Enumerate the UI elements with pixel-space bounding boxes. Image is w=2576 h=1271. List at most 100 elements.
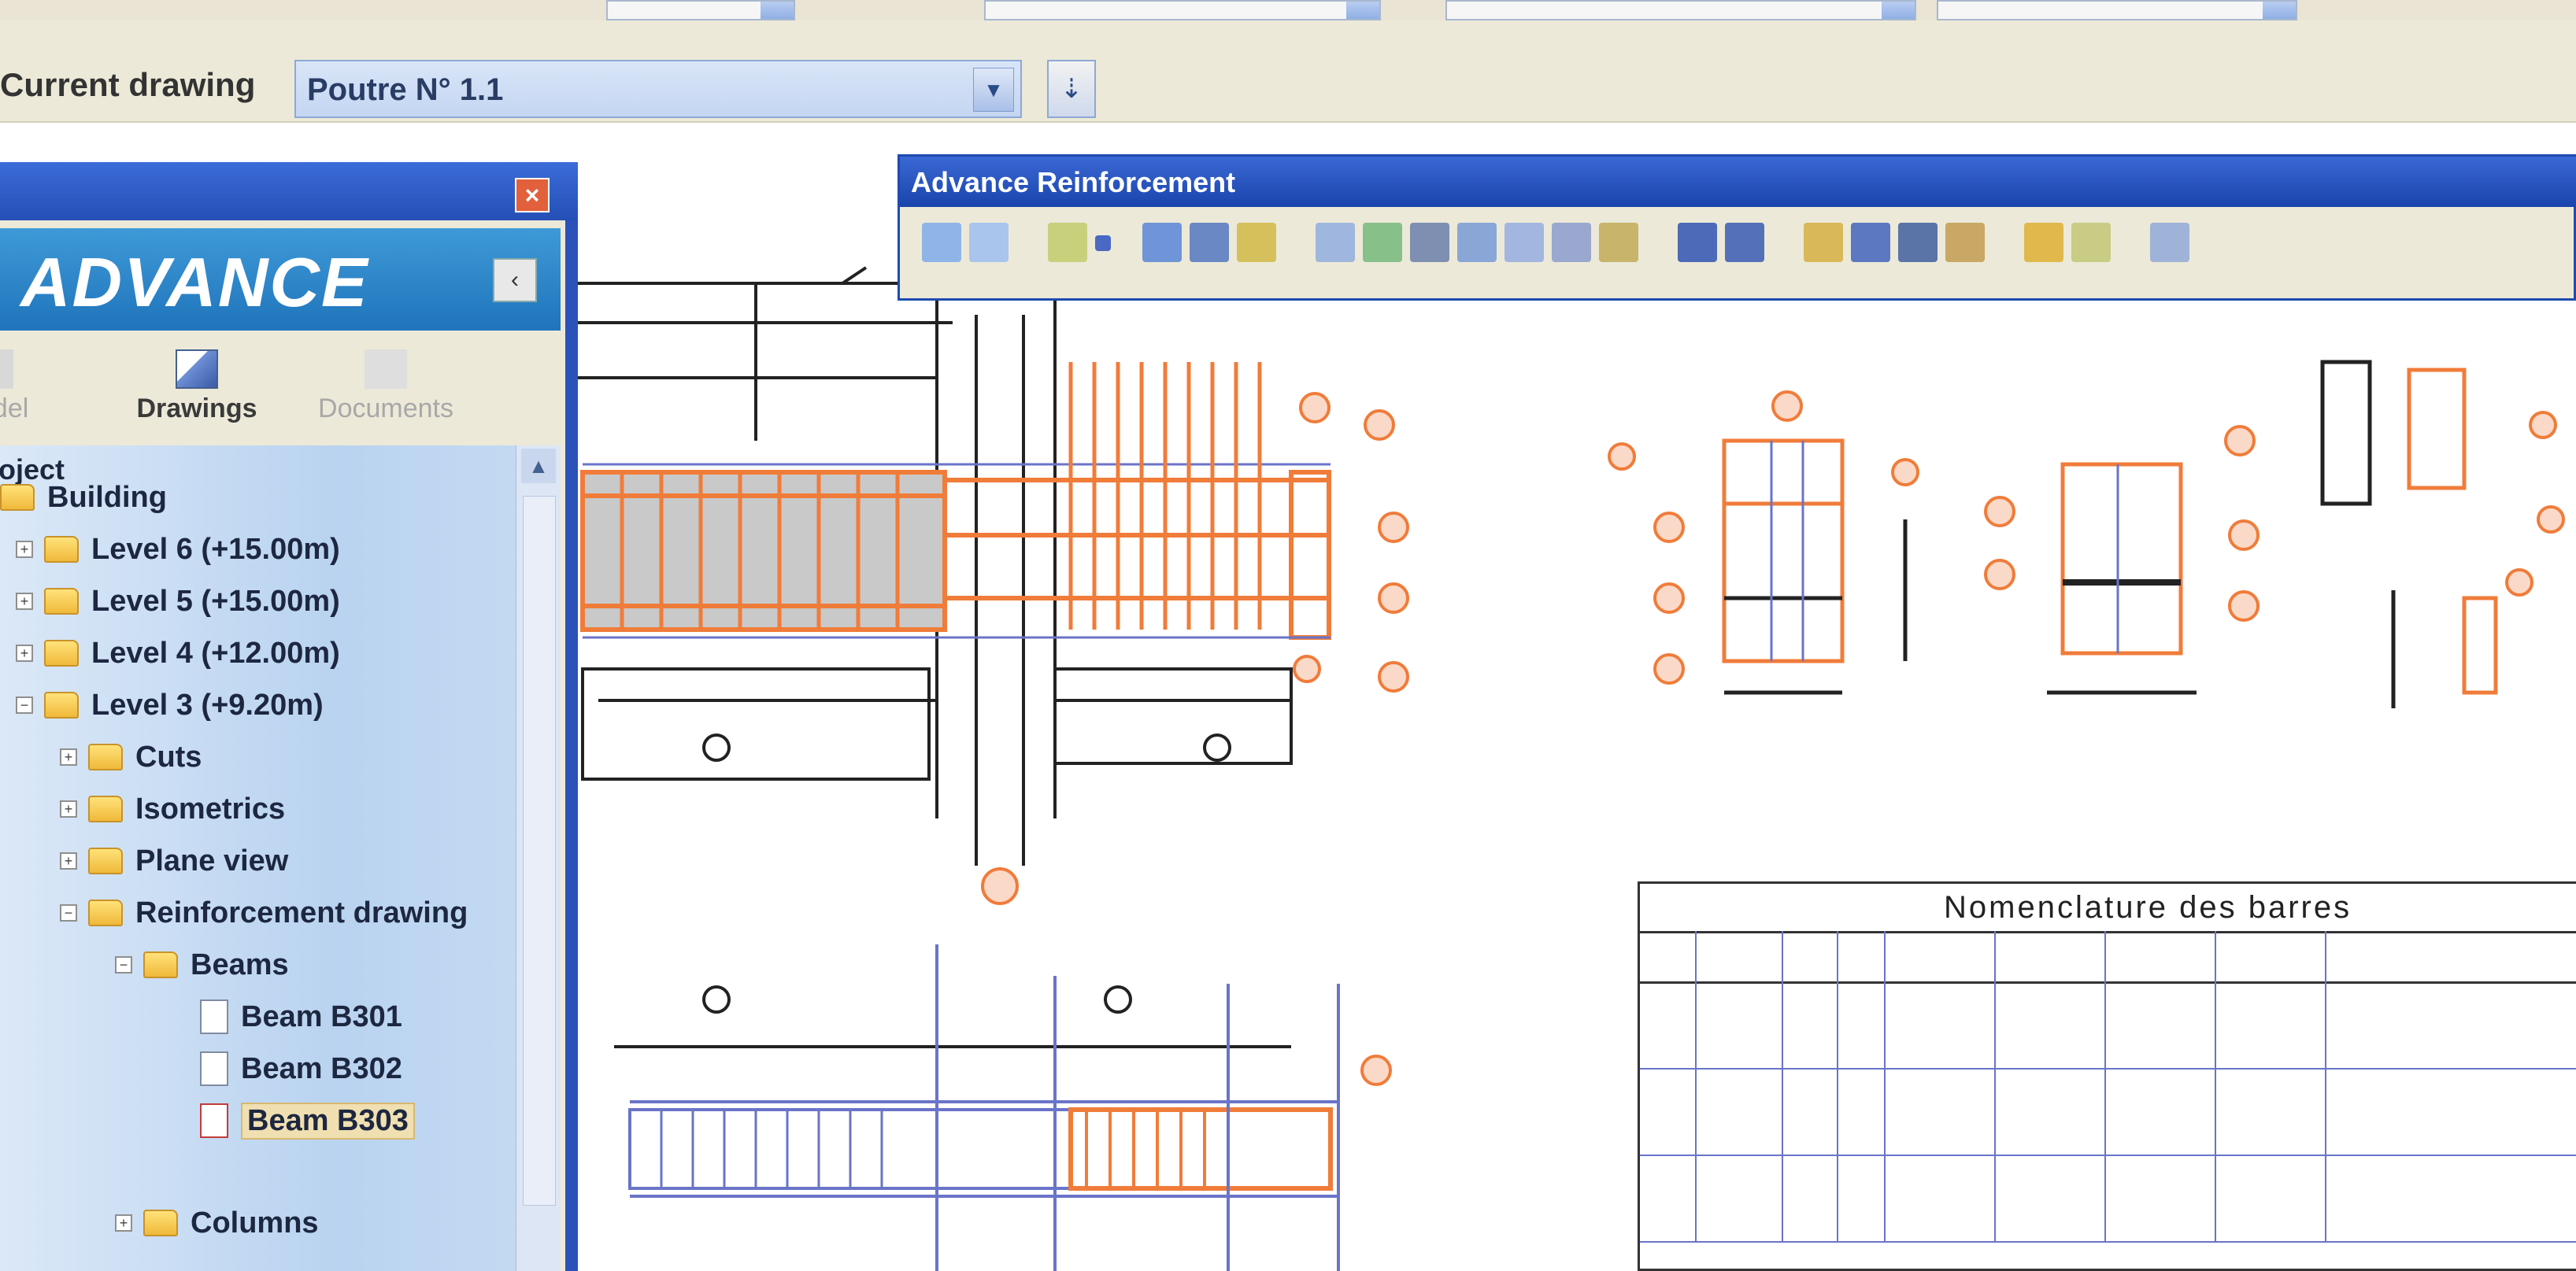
reinforcement-toolbar bbox=[900, 212, 2576, 298]
table-cell bbox=[1782, 1068, 1783, 1155]
point-icon[interactable] bbox=[1095, 235, 1111, 251]
label-icon[interactable] bbox=[1552, 223, 1591, 262]
collapse-icon[interactable]: − bbox=[16, 696, 33, 714]
chevron-down-icon[interactable] bbox=[1346, 2, 1379, 19]
table-cell bbox=[1782, 981, 1783, 1068]
tree-item-label: Isometrics bbox=[135, 792, 286, 826]
tree-item-isometrics[interactable]: + Isometrics bbox=[60, 787, 285, 831]
folder-icon bbox=[44, 536, 79, 563]
tree-item-columns[interactable]: + Columns bbox=[115, 1201, 319, 1245]
folder-icon bbox=[88, 900, 123, 926]
table-cell bbox=[1782, 1155, 1783, 1241]
drawing-options-icon[interactable]: ⇣ bbox=[1047, 60, 1096, 118]
mesh-icon[interactable] bbox=[1505, 223, 1544, 262]
stirrups-bottom bbox=[1085, 1110, 1206, 1188]
scroll-thumb[interactable] bbox=[523, 496, 556, 1206]
tree-item-cuts[interactable]: + Cuts bbox=[60, 735, 202, 779]
current-drawing-value: Poutre N° 1.1 bbox=[307, 72, 504, 107]
tree-item-beam-b302[interactable]: Beam B302 bbox=[200, 1047, 402, 1091]
folder-icon bbox=[88, 744, 123, 770]
expand-icon[interactable]: + bbox=[115, 1214, 132, 1232]
tree-item-level-5[interactable]: + Level 5 (+15.00m) bbox=[16, 579, 340, 623]
expand-icon[interactable]: + bbox=[60, 748, 77, 766]
close-icon[interactable]: × bbox=[515, 178, 550, 212]
chevron-down-icon[interactable] bbox=[761, 2, 794, 19]
tree-scrollbar[interactable]: ▲ bbox=[516, 445, 561, 1271]
bar-schedule-icon[interactable] bbox=[1457, 223, 1497, 262]
expand-icon[interactable]: + bbox=[16, 645, 33, 662]
edit-icon[interactable] bbox=[1804, 223, 1843, 262]
folder-icon bbox=[0, 484, 35, 511]
reinforcement-toolbar-window[interactable]: Advance Reinforcement bbox=[898, 154, 2576, 301]
grid-icon[interactable] bbox=[2024, 223, 2063, 262]
tree-item-label: Reinforcement drawing bbox=[135, 896, 468, 929]
tree-item-level-4[interactable]: + Level 4 (+12.00m) bbox=[16, 631, 340, 675]
bar-schedule-title-row: Nomenclature des barres bbox=[1640, 884, 2576, 933]
tree-item-label: Level 4 (+12.00m) bbox=[91, 636, 340, 670]
tab-drawings[interactable]: Drawings bbox=[110, 335, 283, 433]
more-icon[interactable] bbox=[2150, 223, 2189, 262]
header-cell bbox=[1695, 931, 1782, 981]
settings-icon[interactable] bbox=[1898, 223, 1938, 262]
current-drawing-select[interactable]: Poutre N° 1.1 ▼ bbox=[294, 60, 1022, 118]
expand-icon[interactable]: + bbox=[60, 852, 77, 870]
chevron-down-icon[interactable] bbox=[2263, 2, 2296, 19]
section-icon[interactable] bbox=[1725, 223, 1764, 262]
chevron-down-icon[interactable] bbox=[1882, 2, 1915, 19]
header-cell bbox=[2325, 931, 2576, 981]
table-cell bbox=[1837, 1068, 1838, 1155]
project-tree[interactable]: Project Building +Level 6 (+15.00m) +Lev… bbox=[0, 445, 561, 1271]
section-markers bbox=[1608, 390, 2565, 685]
distribution-icon[interactable] bbox=[1237, 223, 1276, 262]
tree-item-level-6[interactable]: + Level 6 (+15.00m) bbox=[16, 527, 340, 571]
stirrup-icon[interactable] bbox=[1190, 223, 1229, 262]
expand-icon[interactable]: + bbox=[16, 593, 33, 610]
expand-icon[interactable]: + bbox=[16, 541, 33, 558]
export-icon[interactable] bbox=[1945, 223, 1985, 262]
table-cell bbox=[1994, 1155, 1996, 1241]
tree-item-beams[interactable]: − Beams bbox=[115, 943, 289, 987]
layout-icon[interactable] bbox=[1410, 223, 1449, 262]
copy-icon[interactable] bbox=[1363, 223, 1402, 262]
bar-icon[interactable] bbox=[1142, 223, 1182, 262]
tree-item-beam-b301[interactable]: Beam B301 bbox=[200, 995, 402, 1039]
tree-item-plane-view[interactable]: + Plane view bbox=[60, 839, 288, 883]
tree-item-label: Level 3 (+9.20m) bbox=[91, 688, 324, 722]
header-cell bbox=[1994, 931, 2104, 981]
panel-titlebar[interactable] bbox=[0, 162, 578, 220]
chevron-down-icon[interactable]: ▼ bbox=[973, 68, 1014, 112]
element-icon[interactable] bbox=[1048, 223, 1087, 262]
tree-item-reinforcement-drawing[interactable]: − Reinforcement drawing bbox=[60, 891, 468, 935]
table-cell bbox=[1994, 981, 1996, 1068]
undo-icon[interactable] bbox=[922, 223, 961, 262]
redo-icon[interactable] bbox=[969, 223, 1009, 262]
tree-item-level-3[interactable]: − Level 3 (+9.20m) bbox=[16, 683, 324, 727]
tree-item-label: Building bbox=[47, 480, 167, 514]
tree-item-label: Beams bbox=[191, 948, 289, 981]
expand-icon[interactable]: + bbox=[60, 800, 77, 818]
advance-logo: ADVANCE ‹ bbox=[0, 228, 561, 331]
table-cell bbox=[2215, 981, 2216, 1068]
tree-item-building[interactable]: Building bbox=[0, 475, 167, 519]
collapse-icon[interactable]: − bbox=[60, 904, 77, 922]
collapse-icon[interactable]: − bbox=[115, 956, 132, 974]
folder-icon bbox=[143, 951, 178, 978]
tab-model[interactable]: Model bbox=[0, 335, 79, 433]
modify-icon[interactable] bbox=[1316, 223, 1355, 262]
rotate-icon[interactable] bbox=[1599, 223, 1638, 262]
scroll-up-icon[interactable]: ▲ bbox=[521, 449, 556, 483]
linetype-combo[interactable] bbox=[1445, 0, 1916, 20]
properties-icon[interactable] bbox=[2071, 223, 2111, 262]
style-combo[interactable] bbox=[984, 0, 1381, 20]
tab-documents[interactable]: Documents bbox=[299, 335, 472, 433]
window-titlebar[interactable]: Advance Reinforcement bbox=[900, 157, 2576, 207]
layer-combo[interactable] bbox=[606, 0, 795, 20]
bar-schedule-title: Nomenclature des barres bbox=[1944, 890, 2352, 925]
header-cell bbox=[1782, 931, 1837, 981]
lineweight-combo[interactable] bbox=[1937, 0, 2297, 20]
tree-item-beam-b303[interactable]: Beam B303 bbox=[200, 1099, 415, 1143]
table-row bbox=[1640, 1068, 2576, 1156]
table-icon[interactable] bbox=[1851, 223, 1890, 262]
collapse-icon[interactable]: ‹ bbox=[493, 258, 537, 302]
view-icon[interactable] bbox=[1678, 223, 1717, 262]
